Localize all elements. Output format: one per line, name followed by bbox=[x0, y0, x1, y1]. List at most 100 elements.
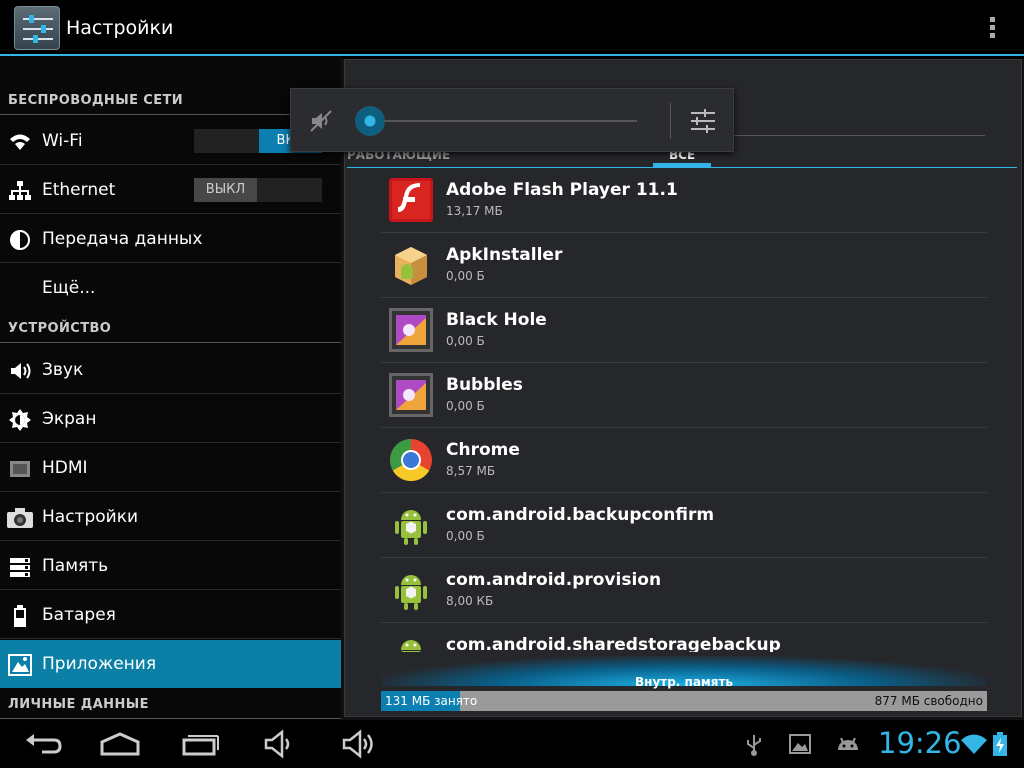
back-icon[interactable] bbox=[18, 728, 74, 760]
overflow-menu-icon[interactable] bbox=[984, 16, 1000, 40]
app-name: com.android.provision bbox=[446, 570, 662, 590]
divider bbox=[0, 491, 341, 492]
settings-item-display[interactable]: Экран bbox=[0, 395, 341, 443]
popup-divider bbox=[670, 103, 671, 139]
settings-list: БЕСПРОВОДНЫЕ СЕТИ Wi-Fi ВКЛ Ethernet ВЫК… bbox=[0, 56, 341, 720]
app-list-item[interactable]: Adobe Flash Player 11.1 13,17 МБ bbox=[381, 168, 987, 233]
android-icon bbox=[389, 568, 433, 612]
page-title: Настройки bbox=[66, 17, 174, 39]
settings-item-camera-settings[interactable]: Настройки bbox=[0, 493, 341, 541]
app-list-item[interactable]: com.android.provision 8,00 КБ bbox=[381, 558, 987, 623]
app-size: 8,00 КБ bbox=[446, 594, 494, 608]
volume-popup bbox=[290, 88, 734, 152]
camera-icon bbox=[6, 506, 34, 530]
settings-item-label: Звук bbox=[42, 360, 84, 380]
settings-item-label: Настройки bbox=[42, 507, 139, 527]
volume-slider-track[interactable] bbox=[369, 120, 637, 122]
settings-item-label: Передача данных bbox=[42, 229, 203, 249]
package-icon bbox=[389, 243, 433, 287]
section-divider bbox=[0, 342, 341, 343]
settings-item-label: Память bbox=[42, 556, 109, 576]
storage-summary: Внутр. память 131 МБ занято 877 МБ свобо… bbox=[381, 656, 987, 712]
app-size: 8,57 МБ bbox=[446, 464, 496, 478]
chrome-icon bbox=[389, 438, 433, 482]
divider bbox=[0, 262, 341, 263]
ethernet-toggle[interactable]: ВЫКЛ bbox=[194, 178, 322, 202]
screenshot-icon bbox=[788, 732, 812, 756]
home-icon[interactable] bbox=[92, 728, 148, 760]
app-name: com.android.backupconfirm bbox=[446, 505, 715, 525]
recent-apps-icon[interactable] bbox=[172, 728, 228, 760]
storage-used-label: 131 МБ занято bbox=[385, 694, 478, 708]
android-icon bbox=[389, 503, 433, 547]
ethernet-icon bbox=[8, 179, 32, 203]
app-name: Adobe Flash Player 11.1 bbox=[446, 180, 678, 200]
app-name: Bubbles bbox=[446, 375, 523, 395]
settings-item-apps[interactable]: Приложения bbox=[0, 640, 341, 688]
apps-pane: РАБОТАЮЩИЕ ВСЕ Adobe Flash Player 11.1 1… bbox=[341, 59, 1024, 720]
settings-app-icon[interactable] bbox=[14, 6, 60, 50]
section-header-device: УСТРОЙСТВО bbox=[8, 321, 112, 336]
system-bar: 19:26 bbox=[0, 720, 1024, 768]
clock[interactable]: 19:26 bbox=[878, 726, 962, 760]
settings-item-sound[interactable]: Звук bbox=[0, 346, 341, 394]
section-header-wireless: БЕСПРОВОДНЫЕ СЕТИ bbox=[8, 93, 184, 108]
settings-item-ethernet[interactable]: Ethernet ВЫКЛ bbox=[0, 166, 341, 214]
wifi-signal-icon bbox=[960, 732, 988, 756]
volume-slider-thumb[interactable] bbox=[355, 106, 385, 136]
settings-item-label: HDMI bbox=[42, 458, 88, 478]
settings-item-label: Приложения bbox=[42, 654, 157, 674]
app-list-item[interactable]: Chrome 8,57 МБ bbox=[381, 428, 987, 493]
volume-muted-icon[interactable] bbox=[309, 109, 335, 133]
settings-item-label: Ещё... bbox=[42, 278, 96, 298]
settings-item-hdmi[interactable]: HDMI bbox=[0, 444, 341, 492]
speaker-icon bbox=[8, 359, 32, 383]
app-name: Chrome bbox=[446, 440, 520, 460]
app-list-item[interactable]: com.android.sharedstoragebackup bbox=[381, 623, 987, 652]
ethernet-toggle-state: ВЫКЛ bbox=[194, 178, 257, 202]
app-size: 13,17 МБ bbox=[446, 204, 503, 218]
divider bbox=[0, 638, 341, 639]
settings-item-storage[interactable]: Память bbox=[0, 542, 341, 590]
settings-item-data-usage[interactable]: Передача данных bbox=[0, 215, 341, 263]
usb-icon bbox=[742, 732, 766, 756]
wallpaper-icon bbox=[389, 308, 433, 352]
apps-panel: РАБОТАЮЩИЕ ВСЕ Adobe Flash Player 11.1 1… bbox=[344, 59, 1022, 717]
hdmi-icon bbox=[8, 457, 32, 481]
wifi-icon bbox=[8, 130, 32, 154]
flash-icon bbox=[389, 178, 433, 222]
app-list-item[interactable]: com.android.backupconfirm 0,00 Б bbox=[381, 493, 987, 558]
storage-bar: 131 МБ занято 877 МБ свободно bbox=[381, 691, 987, 711]
action-bar: Настройки bbox=[0, 0, 1024, 56]
divider bbox=[0, 393, 341, 394]
settings-item-battery[interactable]: Батарея bbox=[0, 591, 341, 639]
battery-icon bbox=[8, 604, 32, 628]
app-list-item[interactable]: ApkInstaller 0,00 Б bbox=[381, 233, 987, 298]
app-size: 0,00 Б bbox=[446, 399, 485, 413]
storage-title: Внутр. память bbox=[635, 675, 733, 689]
divider bbox=[0, 540, 341, 541]
divider bbox=[0, 442, 341, 443]
app-size: 0,00 Б bbox=[446, 529, 485, 543]
storage-free-label: 877 МБ свободно bbox=[874, 694, 983, 708]
apps-icon bbox=[8, 653, 32, 677]
volume-up-icon[interactable] bbox=[330, 728, 386, 760]
app-name: ApkInstaller bbox=[446, 245, 563, 265]
settings-item-more[interactable]: Ещё... bbox=[0, 264, 341, 312]
app-name: Black Hole bbox=[446, 310, 547, 330]
apps-list[interactable]: Adobe Flash Player 11.1 13,17 МБ ApkInst… bbox=[345, 168, 1023, 652]
android-icon bbox=[389, 633, 433, 652]
sliders-icon[interactable] bbox=[689, 107, 717, 135]
app-list-item[interactable]: Black Hole 0,00 Б bbox=[381, 298, 987, 363]
volume-down-icon[interactable] bbox=[250, 728, 306, 760]
wallpaper-icon bbox=[389, 373, 433, 417]
divider bbox=[0, 213, 341, 214]
divider bbox=[0, 164, 341, 165]
section-header-personal: ЛИЧНЫЕ ДАННЫЕ bbox=[8, 697, 149, 712]
app-list-item[interactable]: Bubbles 0,00 Б bbox=[381, 363, 987, 428]
settings-item-label: Ethernet bbox=[42, 180, 116, 200]
android-debug-icon bbox=[834, 732, 862, 756]
divider bbox=[0, 589, 341, 590]
app-name: com.android.sharedstoragebackup bbox=[446, 635, 781, 652]
brightness-icon bbox=[8, 408, 32, 432]
